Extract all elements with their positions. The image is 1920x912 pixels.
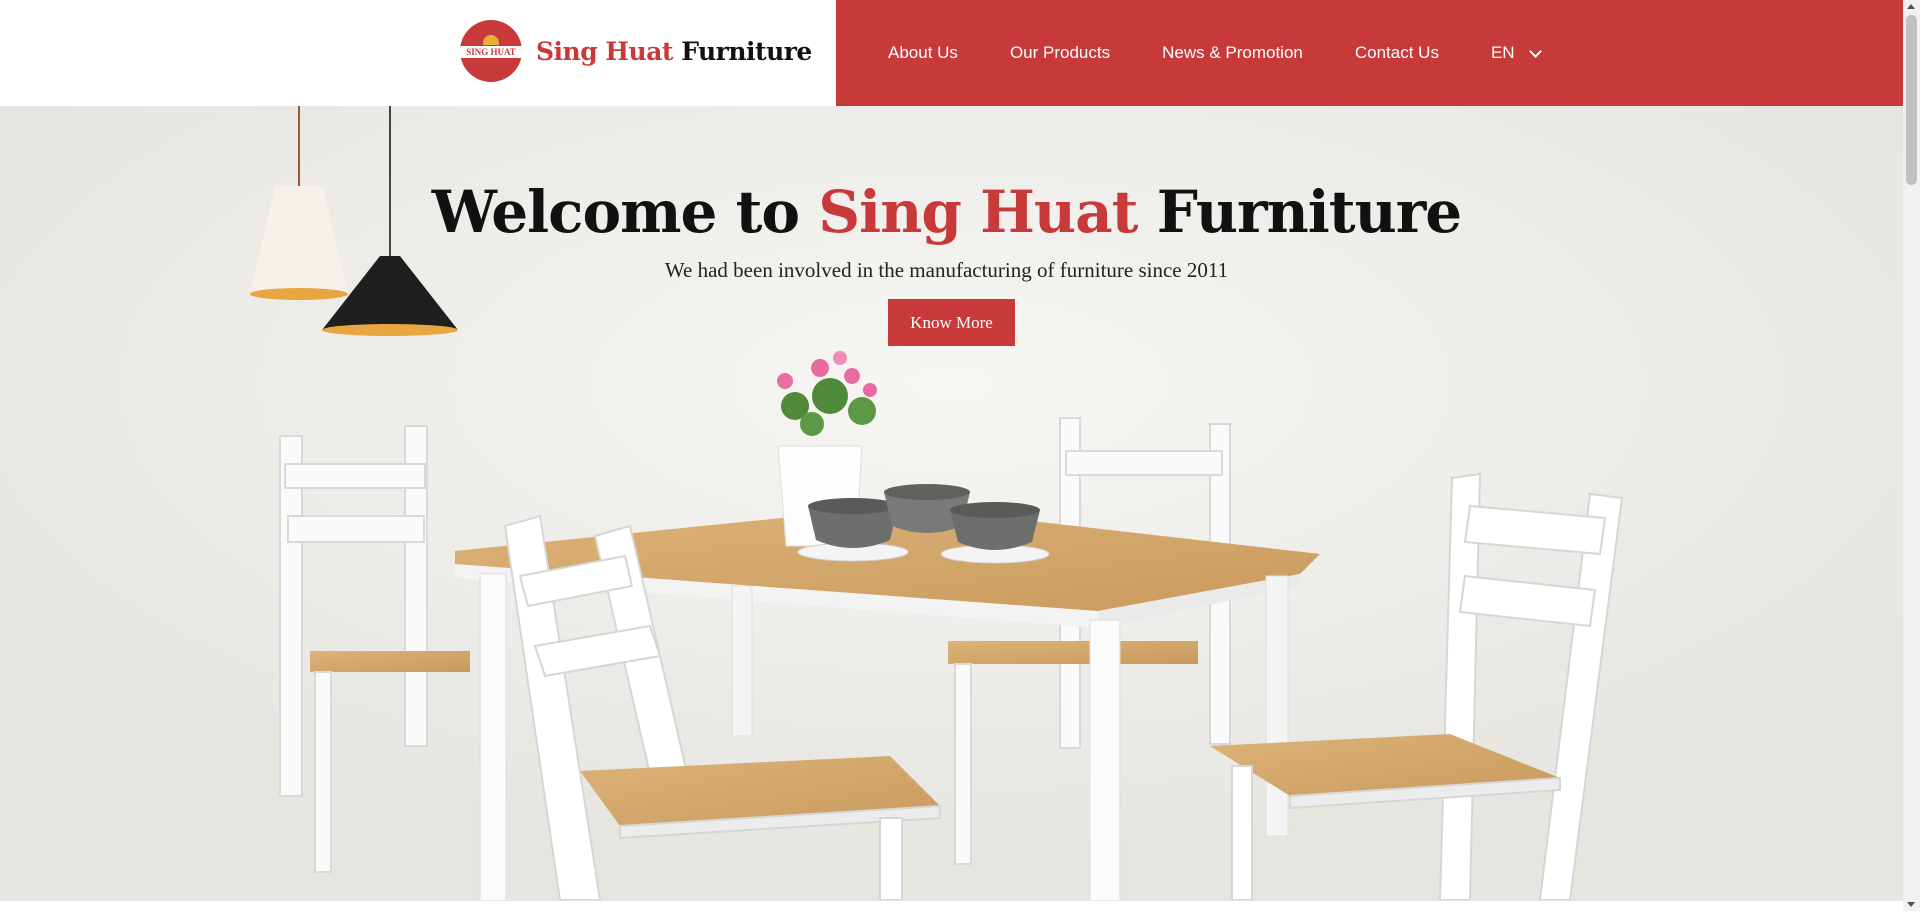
hero-subtitle: We had been involved in the manufacturin… — [664, 258, 1229, 282]
scroll-thumb[interactable] — [1906, 15, 1917, 185]
know-more-button[interactable]: Know More — [888, 299, 1015, 346]
hero-title: Welcome to Sing Huat Furniture — [0, 178, 1893, 246]
hero-title-accent: Sing Huat — [818, 178, 1138, 246]
logo-emblem-icon: SING HUAT — [460, 20, 522, 82]
language-selector[interactable]: EN — [1490, 43, 1542, 63]
nav-contact-us[interactable]: Contact Us — [1355, 43, 1439, 63]
site-logo[interactable]: SING HUAT Sing Huat Furniture — [460, 20, 812, 82]
hero-title-prefix: Welcome to — [431, 178, 800, 246]
page-scrollbar[interactable] — [1903, 0, 1920, 911]
nav-about-us[interactable]: About Us — [888, 43, 958, 63]
nav-our-products[interactable]: Our Products — [1010, 43, 1110, 63]
brand-name-accent: Sing Huat — [536, 36, 673, 66]
hero-banner: Welcome to Sing Huat Furniture We had be… — [0, 106, 1903, 900]
brand-name: Sing Huat Furniture — [536, 37, 812, 66]
logo-emblem-text: SING HUAT — [466, 47, 516, 57]
page-next-section — [0, 900, 1903, 912]
nav-news-promotion[interactable]: News & Promotion — [1162, 43, 1303, 63]
brand-name-rest: Furniture — [681, 36, 812, 66]
chevron-down-icon — [1528, 44, 1542, 58]
scroll-up-arrow-icon[interactable] — [1907, 4, 1915, 9]
scroll-down-arrow-icon[interactable] — [1907, 902, 1915, 907]
hero-title-suffix: Furniture — [1156, 178, 1463, 246]
language-label: EN — [1490, 43, 1515, 62]
main-nav: About Us Our Products News & Promotion C… — [888, 0, 1542, 106]
